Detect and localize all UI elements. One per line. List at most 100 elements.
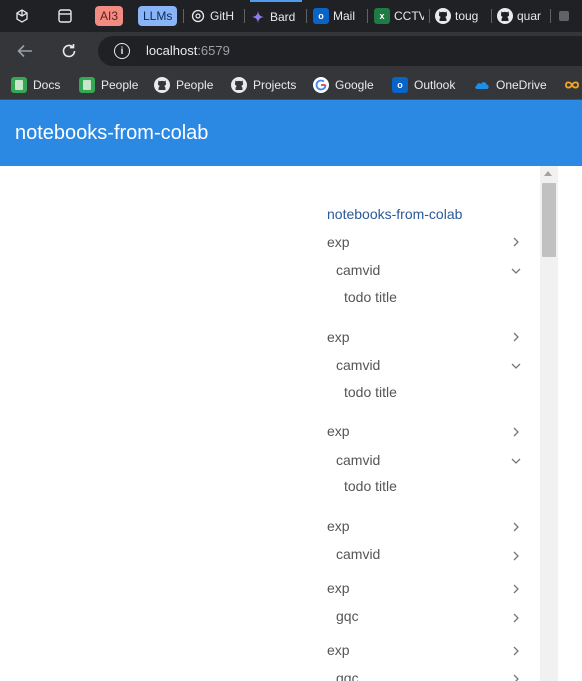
tab-group-ai3[interactable]: AI3 xyxy=(95,6,124,26)
browser-toolbar: i localhost:6579 xyxy=(0,32,582,70)
tab-group-llms[interactable]: LLMs xyxy=(138,6,178,26)
bookmark-overflow[interactable] xyxy=(564,76,582,94)
bookmark-label: Docs xyxy=(33,78,61,92)
chevron-right-icon[interactable] xyxy=(511,551,521,561)
nav-item-exp[interactable]: exp xyxy=(327,423,350,439)
scroll-up-arrow-icon[interactable] xyxy=(544,171,552,176)
tab-group-label: LLMs xyxy=(143,9,173,23)
chevron-down-icon[interactable] xyxy=(511,361,521,371)
tab-label: GitH xyxy=(210,9,234,23)
tab-divider xyxy=(306,9,307,23)
bookmark-outlook[interactable]: o Outlook xyxy=(392,76,455,94)
nav-item-camvid[interactable]: camvid xyxy=(336,452,380,468)
nav-item-todo-title[interactable]: todo title xyxy=(344,478,397,494)
site-info-icon[interactable]: i xyxy=(114,43,130,59)
chevron-right-icon[interactable] xyxy=(511,674,521,681)
workspaces-icon[interactable] xyxy=(12,6,32,26)
chevron-right-icon[interactable] xyxy=(511,427,521,437)
bookmark-onedrive[interactable]: OneDrive xyxy=(474,76,547,94)
nav-item-exp[interactable]: exp xyxy=(327,518,350,534)
tab-github-3[interactable]: quar xyxy=(497,0,545,32)
tab-divider xyxy=(491,9,492,23)
bookmark-projects[interactable]: Projects xyxy=(231,76,296,94)
nav-item-exp[interactable]: exp xyxy=(327,234,350,250)
nav-item-camvid[interactable]: camvid xyxy=(336,357,380,373)
browser-tab-strip: AI3 LLMs GitH Bard o Mail x CCTV toug qu… xyxy=(0,0,582,32)
tab-divider xyxy=(183,9,184,23)
back-arrow-icon xyxy=(17,44,32,58)
reload-icon xyxy=(62,44,76,58)
nav-item-gqc[interactable]: gqc xyxy=(336,608,359,624)
outlook-letter: o xyxy=(397,80,403,90)
chevron-down-icon[interactable] xyxy=(511,456,521,466)
nav-item-exp[interactable]: exp xyxy=(327,329,350,345)
tab-label: CCTV xyxy=(394,9,424,23)
outlook-icon: o xyxy=(392,77,408,93)
bookmark-people-1[interactable]: People xyxy=(79,76,138,94)
vertical-tabs-icon[interactable] xyxy=(55,6,75,26)
tab-overflow[interactable] xyxy=(556,0,582,32)
tab-github-1[interactable]: GitH xyxy=(190,0,242,32)
outlook-icon: o xyxy=(313,8,329,24)
google-icon xyxy=(313,77,329,93)
url-port: :6579 xyxy=(197,43,230,58)
app-title[interactable]: notebooks-from-colab xyxy=(15,122,208,145)
tab-github-2[interactable]: toug xyxy=(435,0,487,32)
tab-divider xyxy=(244,9,245,23)
tab-cctv[interactable]: x CCTV xyxy=(374,0,424,32)
bookmark-label: Google xyxy=(335,78,374,92)
nav-root-link[interactable]: notebooks-from-colab xyxy=(327,206,462,222)
chevron-right-icon[interactable] xyxy=(511,584,521,594)
nav-item-gqc[interactable]: gqc xyxy=(336,670,359,681)
nav-item-todo-title[interactable]: todo title xyxy=(344,289,397,305)
url-host: localhost xyxy=(146,43,198,58)
bookmark-label: People xyxy=(101,78,139,92)
tab-mail[interactable]: o Mail xyxy=(313,0,363,32)
chevron-right-icon[interactable] xyxy=(511,646,521,656)
nav-item-exp[interactable]: exp xyxy=(327,580,350,596)
reload-button[interactable] xyxy=(58,40,80,62)
bookmark-label: OneDrive xyxy=(496,78,547,92)
chevron-right-icon[interactable] xyxy=(511,613,521,623)
github-icon xyxy=(231,77,247,93)
nav-item-camvid[interactable]: camvid xyxy=(336,546,380,562)
tab-group-label: AI3 xyxy=(100,9,119,23)
vertical-scrollbar[interactable] xyxy=(540,166,558,681)
back-button[interactable] xyxy=(14,40,36,62)
chevron-down-icon[interactable] xyxy=(511,266,521,276)
chatgpt-icon xyxy=(190,8,206,24)
bookmark-google[interactable]: Google xyxy=(313,76,374,94)
github-icon xyxy=(435,8,451,24)
excel-letter: x xyxy=(379,11,385,21)
tab-divider xyxy=(550,9,551,23)
bookmarks-bar: Docs People People Projects Google o Out… xyxy=(0,70,582,100)
tab-divider xyxy=(429,9,430,23)
tab-label: Bard xyxy=(270,10,296,24)
chevron-right-icon[interactable] xyxy=(511,237,521,247)
bookmark-label: Outlook xyxy=(414,78,456,92)
page-edge xyxy=(558,166,582,681)
chevron-right-icon[interactable] xyxy=(511,522,521,532)
nav-item-camvid[interactable]: camvid xyxy=(336,262,380,278)
nav-item-exp[interactable]: exp xyxy=(327,642,350,658)
tab-label: Mail xyxy=(333,9,356,23)
tab-label: toug xyxy=(455,9,479,23)
bookmark-label: Projects xyxy=(253,78,297,92)
tab-divider xyxy=(367,9,368,23)
scrollbar-thumb[interactable] xyxy=(542,183,556,257)
nav-item-todo-title[interactable]: todo title xyxy=(344,384,397,400)
address-bar[interactable]: i localhost:6579 xyxy=(98,36,582,66)
github-icon xyxy=(154,77,170,93)
chevron-right-icon[interactable] xyxy=(511,332,521,342)
outlook-letter: o xyxy=(318,11,324,21)
tab-favicon-icon xyxy=(556,8,572,24)
bookmark-people-2[interactable]: People xyxy=(154,76,213,94)
onedrive-icon xyxy=(474,77,490,93)
main-content: notebooks-from-colab exp camvid todo tit… xyxy=(0,166,540,681)
tab-bard[interactable]: Bard xyxy=(250,0,302,32)
infinity-icon xyxy=(564,77,580,93)
bookmark-label: People xyxy=(176,78,214,92)
github-icon xyxy=(497,8,513,24)
bookmark-docs[interactable]: Docs xyxy=(11,76,60,94)
url-text: localhost:6579 xyxy=(146,43,230,58)
